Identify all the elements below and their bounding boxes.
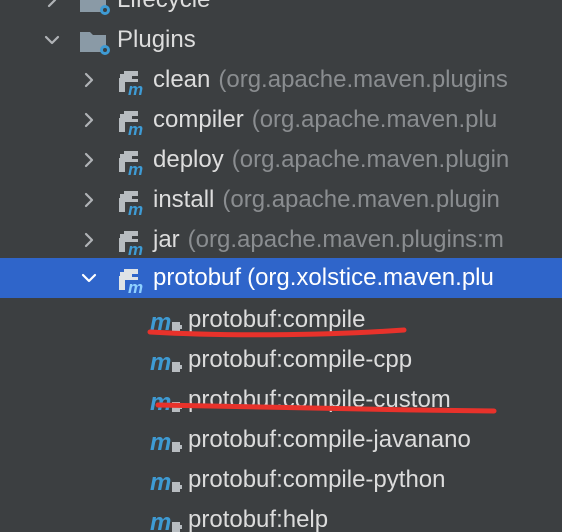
plugin-node-protobuf[interactable]: m protobuf (org.xolstice.maven.plu: [0, 258, 562, 298]
goal-node[interactable]: m protobuf:compile-cpp: [0, 340, 562, 380]
tree-node-plugins[interactable]: Plugins: [0, 20, 562, 60]
maven-goal-icon: m: [150, 508, 184, 532]
plugin-name: deploy: [153, 146, 224, 173]
tree-node-label: Lifecycle: [117, 0, 210, 13]
plugin-node-compiler[interactable]: m compiler (org.apache.maven.plu: [0, 100, 562, 140]
tree-node-lifecycle[interactable]: Lifecycle: [0, 0, 562, 20]
maven-goal-icon: m: [150, 308, 184, 336]
plugin-node-jar[interactable]: m jar (org.apache.maven.plugins:m: [0, 220, 562, 260]
folder-settings-icon: [78, 28, 112, 56]
plugin-node-clean[interactable]: m clean (org.apache.maven.plugins: [0, 60, 562, 100]
maven-plugin-icon: m: [114, 228, 148, 256]
svg-text:m: m: [150, 429, 171, 456]
plugin-name: clean: [153, 66, 211, 93]
svg-text:m: m: [150, 469, 171, 496]
maven-plugin-icon: m: [114, 188, 148, 216]
plugin-name: compiler: [153, 106, 244, 133]
goal-node[interactable]: m protobuf:compile-python: [0, 460, 562, 500]
folder-settings-icon: [78, 0, 112, 16]
plugin-group: (org.apache.maven.plu: [251, 106, 498, 133]
goal-node[interactable]: m protobuf:compile: [0, 300, 562, 340]
goal-node[interactable]: m protobuf:compile-javanano: [0, 420, 562, 460]
chevron-right-icon[interactable]: [80, 151, 98, 169]
tree-node-label: Plugins: [117, 26, 196, 53]
plugin-group: (org.xolstice.maven.plu: [247, 264, 494, 291]
maven-goal-icon: m: [150, 468, 184, 496]
chevron-down-icon[interactable]: [43, 31, 61, 49]
svg-text:m: m: [150, 309, 171, 336]
svg-text:m: m: [128, 80, 143, 96]
svg-text:m: m: [150, 349, 171, 376]
svg-text:m: m: [128, 200, 143, 216]
plugin-name: protobuf: [153, 264, 242, 291]
svg-text:m: m: [128, 120, 143, 136]
maven-goal-icon: m: [150, 348, 184, 376]
plugin-group: (org.apache.maven.plugin: [231, 146, 510, 173]
chevron-right-icon[interactable]: [43, 0, 61, 9]
goal-label: protobuf:compile-custom: [188, 386, 451, 413]
maven-plugin-icon: m: [114, 148, 148, 176]
chevron-right-icon[interactable]: [80, 71, 98, 89]
plugin-group: (org.apache.maven.plugins:m: [187, 226, 504, 253]
goal-label: protobuf:help: [188, 506, 329, 532]
plugin-name: jar: [153, 226, 180, 253]
maven-plugin-icon: m: [114, 108, 148, 136]
goal-node[interactable]: m protobuf:help: [0, 500, 562, 532]
maven-plugin-icon: m: [114, 266, 148, 294]
goal-label: protobuf:compile-python: [188, 466, 446, 493]
maven-plugin-icon: m: [114, 68, 148, 96]
goal-label: protobuf:compile-javanano: [188, 426, 471, 453]
svg-text:m: m: [150, 509, 171, 532]
chevron-right-icon[interactable]: [80, 231, 98, 249]
goal-node[interactable]: m protobuf:compile-custom: [0, 380, 562, 420]
plugin-group: (org.apache.maven.plugin: [222, 186, 500, 213]
plugin-node-deploy[interactable]: m deploy (org.apache.maven.plugin: [0, 140, 562, 180]
chevron-right-icon[interactable]: [80, 111, 98, 129]
plugin-node-install[interactable]: m install (org.apache.maven.plugin: [0, 180, 562, 220]
maven-tool-window-tree: Lifecycle Plugins m clean(org.: [0, 0, 562, 532]
chevron-right-icon[interactable]: [80, 191, 98, 209]
maven-goal-icon: m: [150, 428, 184, 456]
goal-label: protobuf:compile: [188, 306, 366, 333]
svg-text:m: m: [128, 160, 143, 176]
goal-label: protobuf:compile-cpp: [188, 346, 413, 373]
svg-text:m: m: [128, 278, 143, 294]
svg-text:m: m: [128, 240, 143, 256]
svg-text:m: m: [150, 389, 171, 416]
plugin-name: install: [153, 186, 215, 213]
maven-goal-icon: m: [150, 388, 184, 416]
chevron-down-icon[interactable]: [80, 269, 98, 287]
plugin-group: (org.apache.maven.plugins: [218, 66, 508, 93]
